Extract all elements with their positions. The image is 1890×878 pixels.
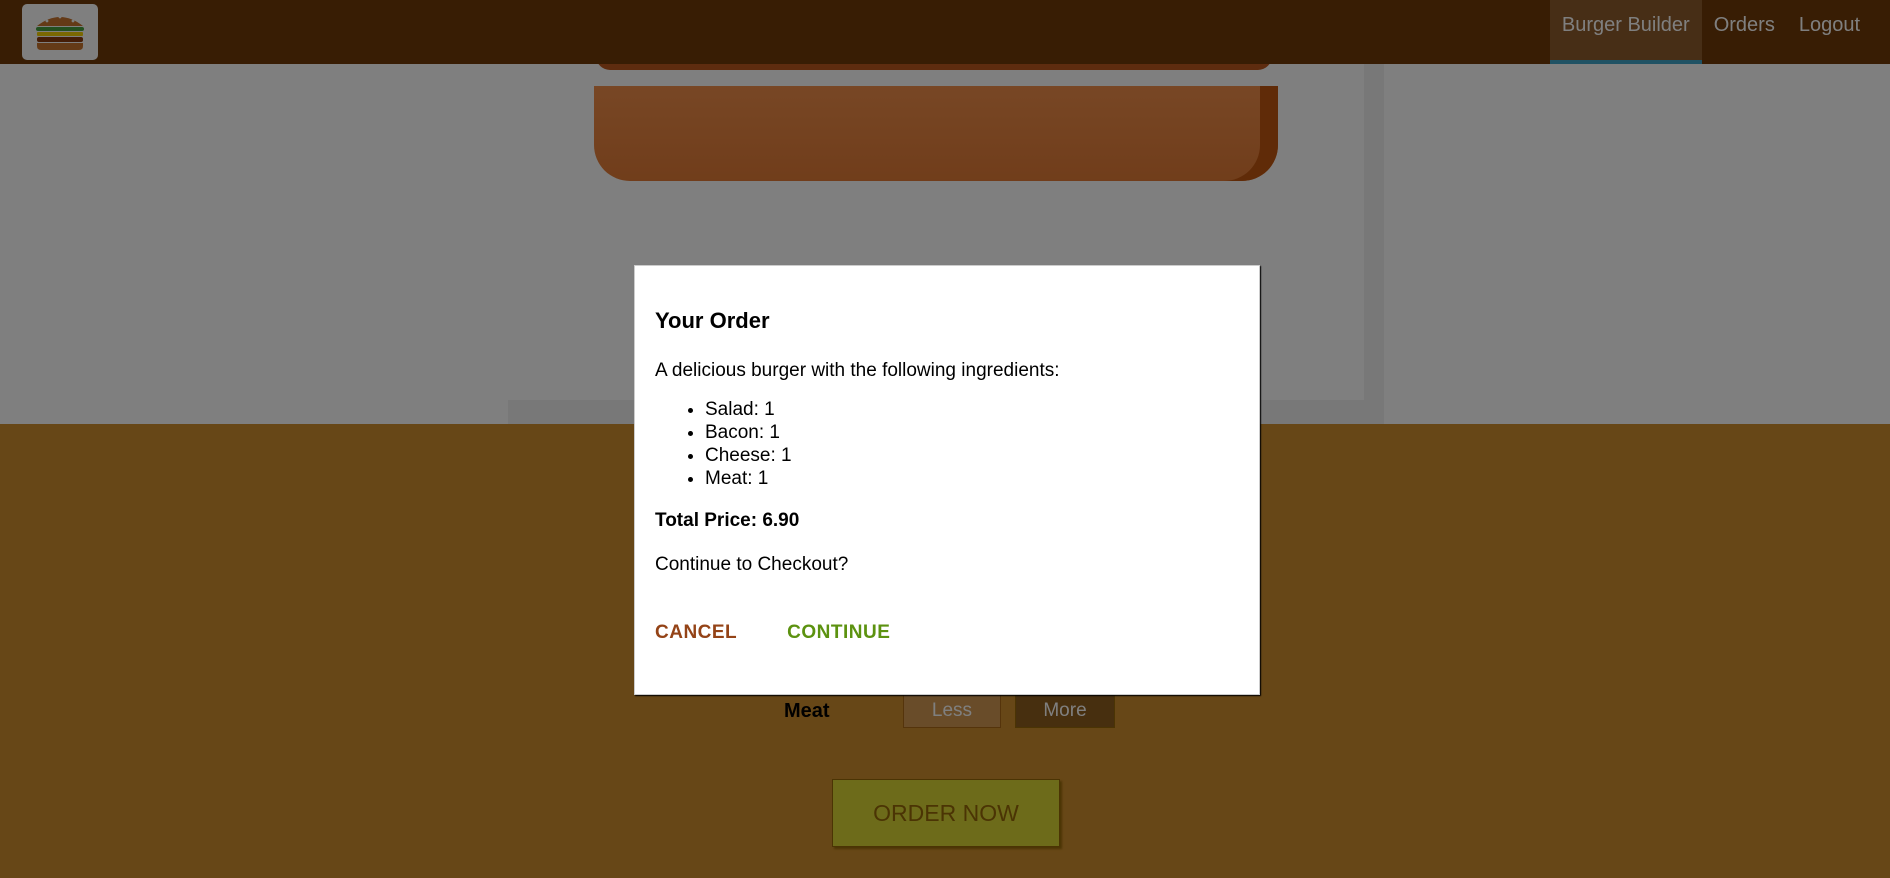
- ingredient-list: Salad: 1 Bacon: 1 Cheese: 1 Meat: 1: [655, 398, 1239, 490]
- order-description: A delicious burger with the following in…: [655, 360, 1060, 381]
- ingredient-meat: Meat: 1: [705, 467, 1239, 490]
- checkout-question: Continue to Checkout?: [655, 554, 849, 575]
- continue-button[interactable]: CONTINUE: [787, 622, 890, 644]
- modal-actions: CANCEL CONTINUE: [655, 622, 1239, 644]
- ingredient-bacon: Bacon: 1: [705, 421, 1239, 444]
- ingredient-salad: Salad: 1: [705, 398, 1239, 421]
- ingredient-cheese: Cheese: 1: [705, 444, 1239, 467]
- modal-title: Your Order: [655, 308, 770, 333]
- cancel-button[interactable]: CANCEL: [655, 622, 737, 644]
- order-summary-modal: Your Order A delicious burger with the f…: [634, 265, 1260, 695]
- total-price: Total Price: 6.90: [655, 510, 800, 531]
